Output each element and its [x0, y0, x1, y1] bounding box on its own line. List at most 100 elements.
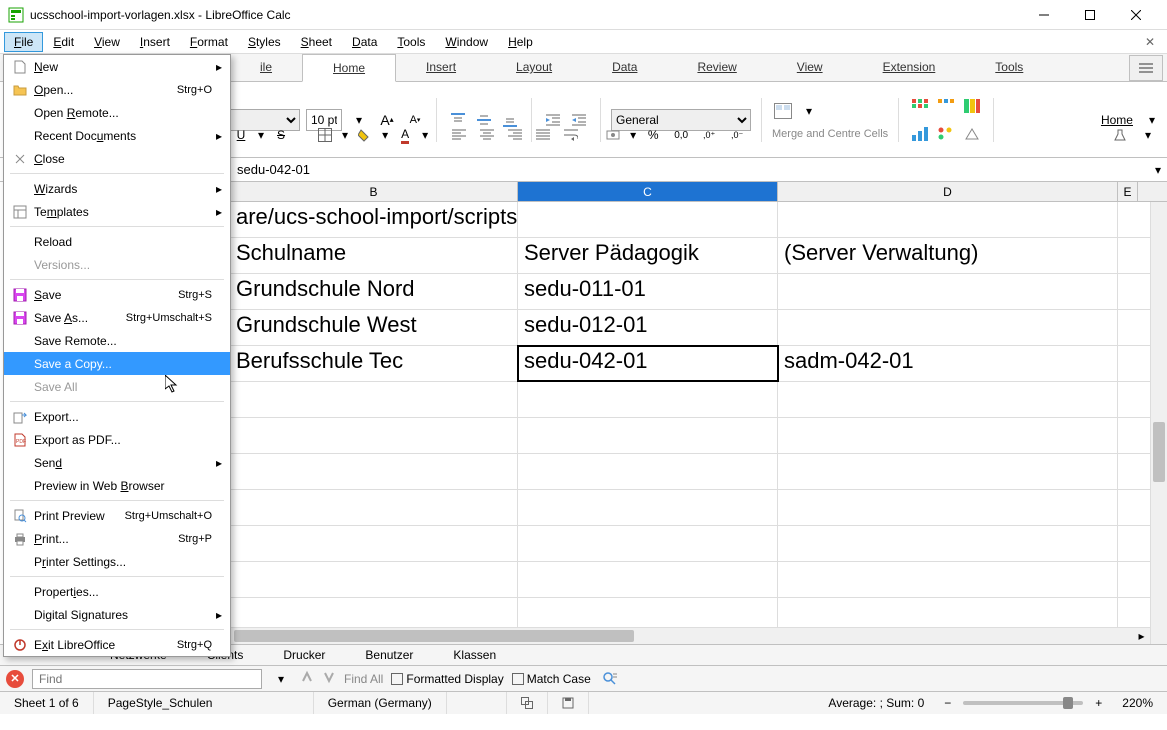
remove-decimal-icon[interactable]: ,0⁻: [726, 124, 748, 146]
tab-ile[interactable]: ile: [230, 54, 302, 81]
menu-item-new[interactable]: New▸: [4, 55, 230, 78]
menu-format[interactable]: Format: [180, 32, 238, 52]
cell[interactable]: [778, 382, 1118, 417]
menu-item-wizards[interactable]: Wizards▸: [4, 177, 230, 200]
strikethrough-icon[interactable]: S: [270, 124, 292, 146]
cell[interactable]: are/ucs-school-import/scripts/create_ou: [230, 202, 518, 237]
number-icon[interactable]: 0,0: [670, 124, 692, 146]
zoom-in-button[interactable]: +: [1089, 696, 1108, 710]
menu-item-save-a-copy[interactable]: Save a Copy...: [4, 352, 230, 375]
cell[interactable]: (Server Verwaltung): [778, 238, 1118, 273]
cell[interactable]: [778, 526, 1118, 561]
find-close-icon[interactable]: ✕: [6, 670, 24, 688]
menu-item-save-as[interactable]: Save As...Strg+Umschalt+S: [4, 306, 230, 329]
tab-home[interactable]: Home: [302, 54, 396, 82]
currency-icon[interactable]: [602, 124, 624, 146]
cell[interactable]: Grundschule West: [230, 310, 518, 345]
menu-window[interactable]: Window: [435, 32, 498, 52]
menu-item-recent-documents[interactable]: Recent Documents▸: [4, 124, 230, 147]
sheet-indicator[interactable]: Sheet 1 of 6: [0, 692, 94, 714]
column-header-D[interactable]: D: [778, 182, 1118, 201]
cell[interactable]: Berufsschule Tec: [230, 346, 518, 381]
formatted-display-checkbox[interactable]: Formatted Display: [391, 672, 503, 686]
fill-color-icon[interactable]: [354, 124, 376, 146]
cell[interactable]: [518, 454, 778, 489]
cell-content-display[interactable]: sedu-042-01: [230, 158, 1149, 181]
menu-item-send[interactable]: Send▸: [4, 451, 230, 474]
cond-format-3-icon[interactable]: [961, 95, 983, 117]
tab-data[interactable]: Data: [582, 54, 667, 81]
menu-view[interactable]: View: [84, 32, 130, 52]
border-dropdown-icon[interactable]: ▾: [342, 128, 348, 142]
font-color-icon[interactable]: A: [394, 124, 416, 146]
menu-item-reload[interactable]: Reload: [4, 230, 230, 253]
menu-item-print[interactable]: Print...Strg+P: [4, 527, 230, 550]
align-center-icon[interactable]: [476, 124, 498, 146]
cell[interactable]: [518, 490, 778, 525]
maximize-button[interactable]: [1067, 0, 1113, 30]
cell[interactable]: [230, 454, 518, 489]
cell[interactable]: [230, 526, 518, 561]
horizontal-scrollbar[interactable]: ▸: [230, 627, 1150, 644]
find-dropdown-icon[interactable]: ▾: [270, 668, 292, 690]
menu-help[interactable]: Help: [498, 32, 543, 52]
cell[interactable]: [518, 202, 778, 237]
menu-sheet[interactable]: Sheet: [291, 32, 342, 52]
wrap-text-icon[interactable]: [560, 124, 582, 146]
cell[interactable]: [518, 382, 778, 417]
cell[interactable]: [778, 310, 1118, 345]
sheet-tab-drucker[interactable]: Drucker: [273, 646, 335, 664]
zoom-out-button[interactable]: −: [938, 696, 957, 710]
cell[interactable]: [230, 418, 518, 453]
tab-extension[interactable]: Extension: [853, 54, 966, 81]
document-close-icon[interactable]: ✕: [1137, 32, 1163, 52]
find-next-icon[interactable]: [322, 670, 336, 687]
cell[interactable]: sadm-042-01: [778, 346, 1118, 381]
menu-data[interactable]: Data: [342, 32, 387, 52]
font-color-dropdown-icon[interactable]: ▾: [422, 128, 428, 142]
align-justify-icon[interactable]: [532, 124, 554, 146]
cell[interactable]: [518, 562, 778, 597]
close-button[interactable]: [1113, 0, 1159, 30]
cell[interactable]: [778, 490, 1118, 525]
menu-item-open[interactable]: Open...Strg+O: [4, 78, 230, 101]
fill-dropdown-icon[interactable]: ▾: [382, 128, 388, 142]
column-header-C[interactable]: C: [518, 182, 778, 201]
cell[interactable]: [778, 418, 1118, 453]
percent-icon[interactable]: %: [642, 124, 664, 146]
find-input[interactable]: [32, 669, 262, 689]
menu-item-save[interactable]: SaveStrg+S: [4, 283, 230, 306]
cell[interactable]: [230, 490, 518, 525]
hamburger-button[interactable]: [1129, 55, 1163, 81]
insert-mode[interactable]: [447, 692, 507, 714]
merge-dropdown-icon[interactable]: ▾: [798, 100, 820, 122]
cell[interactable]: sedu-012-01: [518, 310, 778, 345]
style-dropdown-icon[interactable]: ▾: [1137, 124, 1159, 146]
menu-item-print-preview[interactable]: Print PreviewStrg+Umschalt+O: [4, 504, 230, 527]
column-header-E[interactable]: E: [1118, 182, 1138, 201]
currency-dropdown-icon[interactable]: ▾: [630, 128, 636, 142]
tab-insert[interactable]: Insert: [396, 54, 486, 81]
cell[interactable]: [230, 562, 518, 597]
menu-tools[interactable]: Tools: [387, 32, 435, 52]
menu-item-export[interactable]: Export...: [4, 405, 230, 428]
tab-review[interactable]: Review: [667, 54, 766, 81]
find-prev-icon[interactable]: [300, 670, 314, 687]
cond-format-4-icon[interactable]: [909, 123, 931, 145]
menu-edit[interactable]: Edit: [43, 32, 84, 52]
cond-format-5-icon[interactable]: [935, 123, 957, 145]
cond-format-1-icon[interactable]: [909, 95, 931, 117]
scroll-right-icon[interactable]: ▸: [1133, 628, 1150, 644]
menu-file[interactable]: File: [4, 32, 43, 52]
tab-layout[interactable]: Layout: [486, 54, 582, 81]
column-header-B[interactable]: B: [230, 182, 518, 201]
menu-item-preview-in-web-browser[interactable]: Preview in Web Browser: [4, 474, 230, 497]
zoom-level[interactable]: 220%: [1108, 692, 1167, 714]
add-decimal-icon[interactable]: ,0⁺: [698, 124, 720, 146]
cond-format-2-icon[interactable]: [935, 95, 957, 117]
menu-item-printer-settings[interactable]: Printer Settings...: [4, 550, 230, 573]
menu-item-save-remote[interactable]: Save Remote...: [4, 329, 230, 352]
style-flask-icon[interactable]: [1109, 124, 1131, 146]
menu-item-export-as-pdf[interactable]: PDFExport as PDF...: [4, 428, 230, 451]
tab-tools[interactable]: Tools: [965, 54, 1053, 81]
